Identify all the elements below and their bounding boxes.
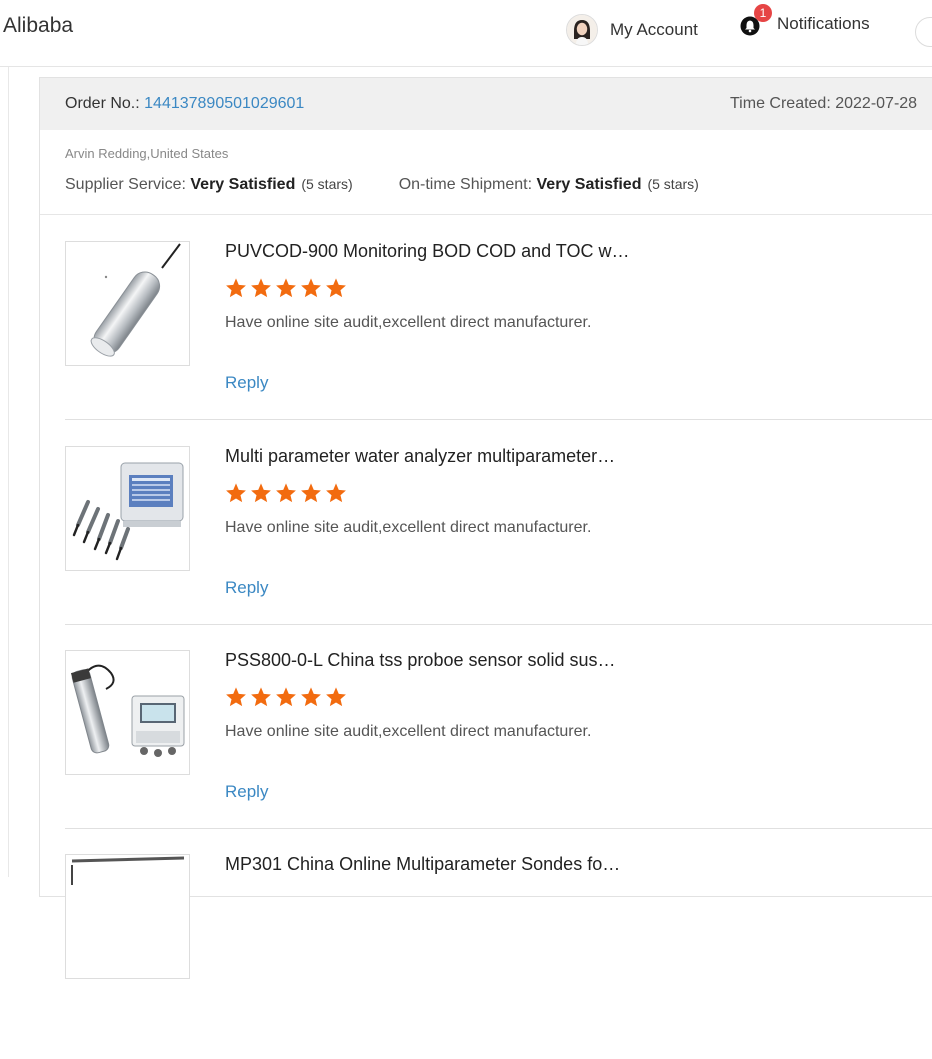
reply-link[interactable]: Reply <box>225 782 268 802</box>
star-icon <box>301 483 321 503</box>
divider <box>65 624 932 625</box>
product-image[interactable] <box>65 241 190 366</box>
order-header: Order No.: 144137890501029601 Time Creat… <box>40 78 932 130</box>
buyer-info: Arvin Redding,United States <box>65 146 229 161</box>
top-bar: Alibaba My Account 1 Notifications <box>0 0 932 67</box>
rating-stars <box>225 277 350 299</box>
star-icon <box>276 687 296 707</box>
supplier-service-label: Supplier Service: <box>65 176 191 193</box>
order-number-link[interactable]: 144137890501029601 <box>144 95 304 112</box>
star-icon <box>301 687 321 707</box>
product-title[interactable]: MP301 China Online Multiparameter Sondes… <box>225 854 620 875</box>
product-title[interactable]: PSS800-0-L China tss proboe sensor solid… <box>225 650 616 671</box>
star-icon <box>251 483 271 503</box>
time-created: Time Created: 2022-07-28 <box>730 95 918 112</box>
reply-link[interactable]: Reply <box>225 373 268 393</box>
product-image[interactable] <box>65 854 190 979</box>
review-comment: Have online site audit,excellent direct … <box>225 314 592 331</box>
review-comment: Have online site audit,excellent direct … <box>225 519 592 536</box>
review-item: PSS800-0-L China tss proboe sensor solid… <box>65 650 932 855</box>
notifications-menu[interactable]: 1 Notifications <box>740 4 870 36</box>
star-icon <box>251 687 271 707</box>
star-icon <box>326 687 346 707</box>
star-icon <box>276 278 296 298</box>
header-round-button[interactable] <box>915 17 932 47</box>
divider <box>65 828 932 829</box>
star-icon <box>226 483 246 503</box>
product-image[interactable] <box>65 650 190 775</box>
star-icon <box>226 278 246 298</box>
star-icon <box>301 278 321 298</box>
product-image[interactable] <box>65 446 190 571</box>
notifications-label: Notifications <box>777 14 870 33</box>
star-icon <box>326 278 346 298</box>
my-account-menu[interactable]: My Account <box>566 14 698 46</box>
star-icon <box>276 483 296 503</box>
reply-link[interactable]: Reply <box>225 578 268 598</box>
supplier-service-stars: (5 stars) <box>301 176 353 192</box>
shipment-stars: (5 stars) <box>647 176 699 192</box>
shipment-label: On-time Shipment: <box>398 176 537 193</box>
order-card: Order No.: 144137890501029601 Time Creat… <box>39 77 932 979</box>
review-comment: Have online site audit,excellent direct … <box>225 723 592 740</box>
order-number: Order No.: 144137890501029601 <box>65 95 304 113</box>
star-icon <box>251 278 271 298</box>
product-title[interactable]: PUVCOD-900 Monitoring BOD COD and TOC w… <box>225 241 629 262</box>
divider <box>65 419 932 420</box>
review-item: Multi parameter water analyzer multipara… <box>65 446 932 651</box>
bell-icon: 1 <box>740 4 772 36</box>
star-icon <box>226 687 246 707</box>
rating-stars <box>225 482 350 504</box>
left-rail-divider <box>8 67 9 877</box>
order-number-label: Order No.: <box>65 95 145 112</box>
star-icon <box>326 483 346 503</box>
notification-count-badge: 1 <box>754 4 772 22</box>
my-account-label: My Account <box>610 20 698 39</box>
supplier-service-value: Very Satisfied <box>190 176 296 193</box>
review-item: MP301 China Online Multiparameter Sondes… <box>65 854 932 1059</box>
avatar <box>566 14 598 46</box>
product-title[interactable]: Multi parameter water analyzer multipara… <box>225 446 615 467</box>
shipment-value: Very Satisfied <box>536 176 642 193</box>
logo[interactable]: Alibaba <box>3 14 73 38</box>
divider <box>40 214 932 215</box>
rating-stars <box>225 686 350 708</box>
order-ratings: Supplier Service: Very Satisfied (5 stars… <box>65 176 699 194</box>
review-item: PUVCOD-900 Monitoring BOD COD and TOC w…… <box>65 241 932 446</box>
